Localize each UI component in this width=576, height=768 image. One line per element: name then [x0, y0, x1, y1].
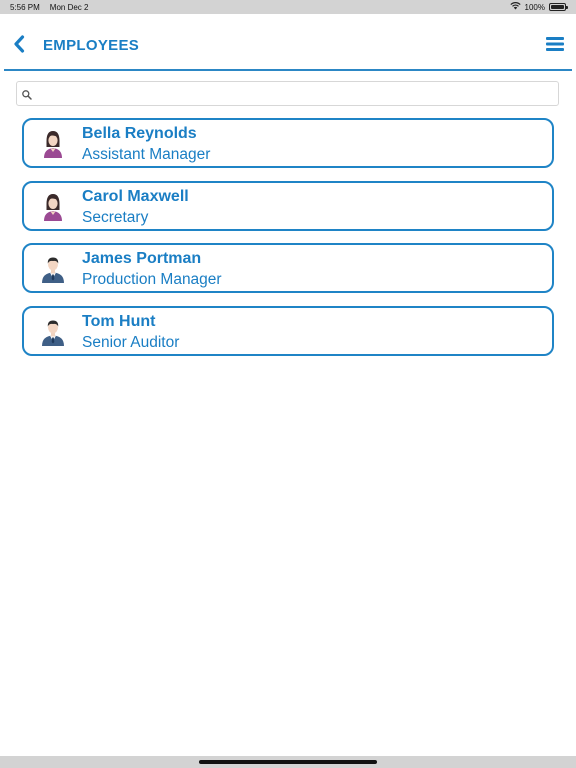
- search-bar[interactable]: [16, 81, 559, 106]
- employee-role: Production Manager: [82, 271, 222, 288]
- employee-list: Bella Reynolds Assistant Manager Carol M…: [22, 118, 554, 368]
- search-input[interactable]: [37, 82, 558, 105]
- employee-card[interactable]: Tom Hunt Senior Auditor: [22, 305, 554, 356]
- employee-role: Secretary: [82, 208, 149, 226]
- status-date: Mon Dec 2: [49, 2, 89, 12]
- battery-icon: [549, 3, 568, 11]
- status-right: 100%: [509, 2, 568, 12]
- employee-name: James Portman: [82, 250, 202, 267]
- employee-card[interactable]: Bella Reynolds Assistant Manager: [22, 118, 554, 168]
- search-icon: [21, 88, 33, 100]
- battery-percent: 100%: [524, 2, 545, 12]
- employee-role: Assistant Manager: [82, 146, 211, 163]
- hamburger-menu-icon[interactable]: [546, 36, 564, 52]
- wifi-icon: [509, 2, 521, 12]
- male-avatar-icon: [38, 316, 68, 346]
- status-bar: 5:56 PM Mon Dec 2 100%: [0, 0, 576, 14]
- navigation-bar: EMPLOYEES: [0, 14, 576, 70]
- status-time: 5:56 PM: [10, 2, 40, 12]
- male-avatar-icon: [38, 253, 68, 283]
- employee-card[interactable]: James Portman Production Manager: [22, 243, 554, 293]
- chevron-left-icon[interactable]: [10, 34, 30, 54]
- home-indicator[interactable]: [199, 760, 377, 764]
- header-divider: [4, 69, 572, 71]
- employee-card[interactable]: Carol Maxwell Secretary: [22, 180, 554, 231]
- employee-name: Tom Hunt: [82, 312, 156, 330]
- employee-name: Carol Maxwell: [82, 187, 189, 205]
- employee-role: Senior Auditor: [82, 333, 180, 351]
- page-title: EMPLOYEES: [43, 37, 140, 54]
- employee-name: Bella Reynolds: [82, 125, 197, 142]
- female-avatar-icon: [38, 128, 68, 158]
- female-avatar-icon: [38, 191, 68, 221]
